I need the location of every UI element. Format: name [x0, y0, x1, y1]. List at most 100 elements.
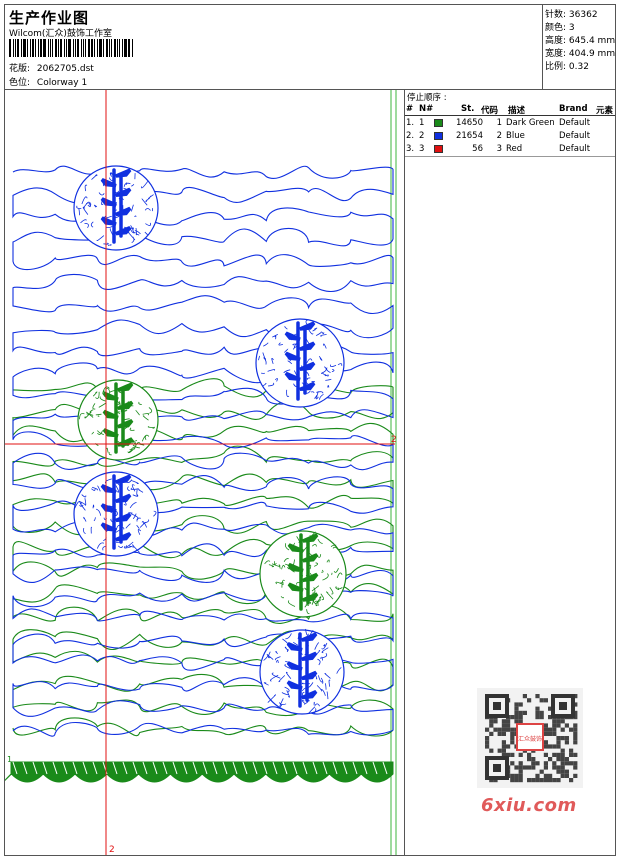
- qr-module: [489, 719, 494, 724]
- qr-module: [539, 710, 544, 715]
- stamp-seal-text: 汇众鼓饰: [518, 735, 542, 743]
- barcode-bar: [103, 39, 104, 57]
- qr-module: [564, 773, 569, 778]
- qr-module: [514, 778, 519, 783]
- stat-height: 高度: 645.4 mm: [545, 36, 616, 46]
- production-sheet: 生产作业图 Wilcom(汇众)鼓饰工作室 花版: 2062705.dst 色位…: [4, 4, 616, 856]
- qr-module: [493, 719, 498, 724]
- qr-module: [501, 740, 506, 745]
- qr-module: [501, 731, 506, 736]
- qr-module: [543, 765, 548, 770]
- barcode-bar: [64, 39, 65, 57]
- thread-color-swatch: [434, 132, 443, 140]
- qr-module: [564, 740, 569, 745]
- qr-module: [564, 761, 569, 766]
- qr-module: [514, 702, 519, 707]
- qr-code: 汇众鼓饰: [477, 688, 583, 788]
- qr-module: [573, 752, 578, 757]
- row-stitches: 14650: [455, 118, 483, 128]
- stop-sequence-row: 3. 3 56 3 Red Default: [405, 143, 615, 155]
- qr-module: [489, 748, 494, 753]
- barcode-bar: [122, 39, 123, 57]
- qr-module: [543, 740, 548, 745]
- barcode: [9, 39, 145, 57]
- col-stitches: St.: [461, 104, 475, 114]
- qr-module: [573, 731, 578, 736]
- qr-module: [518, 761, 523, 766]
- panel-divider: [404, 90, 405, 855]
- barcode-bar: [68, 39, 71, 57]
- qr-module: [560, 761, 565, 766]
- barcode-bar: [35, 39, 36, 57]
- qr-module: [560, 765, 565, 770]
- qr-module: [501, 744, 506, 749]
- row-code: 2: [496, 131, 502, 141]
- stat-scale: 比例: 0.32: [545, 62, 589, 72]
- barcode-bar: [124, 39, 127, 57]
- qr-module: [556, 765, 561, 770]
- row-index: 2.: [406, 131, 415, 141]
- qr-module: [548, 773, 553, 778]
- qr-module: [535, 715, 540, 720]
- col-needle: N#: [419, 104, 434, 114]
- barcode-bar: [85, 39, 86, 57]
- qr-module: [548, 727, 553, 732]
- barcode-bar: [88, 39, 90, 57]
- barcode-bar: [60, 39, 62, 57]
- row-code: 1: [496, 118, 502, 128]
- qr-module: [518, 715, 523, 720]
- row-index: 1.: [406, 118, 415, 128]
- qr-module: [552, 727, 557, 732]
- col-element: 元素: [596, 106, 614, 116]
- qr-module: [573, 773, 578, 778]
- qr-module: [564, 723, 569, 728]
- qr-module: [552, 752, 557, 757]
- barcode-bar: [32, 39, 34, 57]
- qr-module: [527, 698, 532, 703]
- qr-module: [560, 727, 565, 732]
- barcode-bar: [111, 39, 112, 57]
- barcode-bar: [15, 39, 16, 57]
- barcode-bar: [55, 39, 57, 57]
- row-needle: 3: [419, 144, 425, 154]
- row-brand: Default: [559, 118, 591, 128]
- qr-module: [514, 710, 519, 715]
- qr-module: [560, 757, 565, 762]
- barcode-bar: [9, 39, 11, 57]
- qr-module: [556, 719, 561, 724]
- row-stitches: 21654: [455, 131, 483, 141]
- qr-module: [564, 757, 569, 762]
- qr-module: [573, 740, 578, 745]
- row-needle: 1: [419, 118, 425, 128]
- scalloped-border: [5, 761, 394, 783]
- barcode-bar: [97, 39, 98, 57]
- embroidery-preview: 2 2 1: [5, 90, 404, 855]
- qr-module: [497, 731, 502, 736]
- stop-sequence-row: 2. 2 21654 2 Blue Default: [405, 130, 615, 142]
- qr-module: [522, 694, 527, 699]
- qr-module: [510, 752, 515, 757]
- barcode-bar: [17, 39, 19, 57]
- qr-module: [543, 778, 548, 783]
- qr-module: [535, 778, 540, 783]
- thread-color-swatch: [434, 145, 443, 153]
- qr-module: [535, 710, 540, 715]
- barcode-bar: [21, 39, 22, 57]
- qr-module: [518, 752, 523, 757]
- qr-module: [573, 765, 578, 770]
- qr-module: [548, 731, 553, 736]
- qr-module: [535, 761, 540, 766]
- qr-module: [560, 752, 565, 757]
- qr-module: [527, 752, 532, 757]
- qr-module: [556, 752, 561, 757]
- qr-module: [556, 757, 561, 762]
- qr-module: [506, 723, 511, 728]
- qr-module: [556, 736, 561, 741]
- qr-module: [556, 744, 561, 749]
- qr-module: [531, 757, 536, 762]
- thread-color-swatch: [434, 119, 443, 127]
- qr-module: [569, 727, 574, 732]
- qr-module: [514, 765, 519, 770]
- qr-module: [518, 773, 523, 778]
- barcode-bar: [50, 39, 51, 57]
